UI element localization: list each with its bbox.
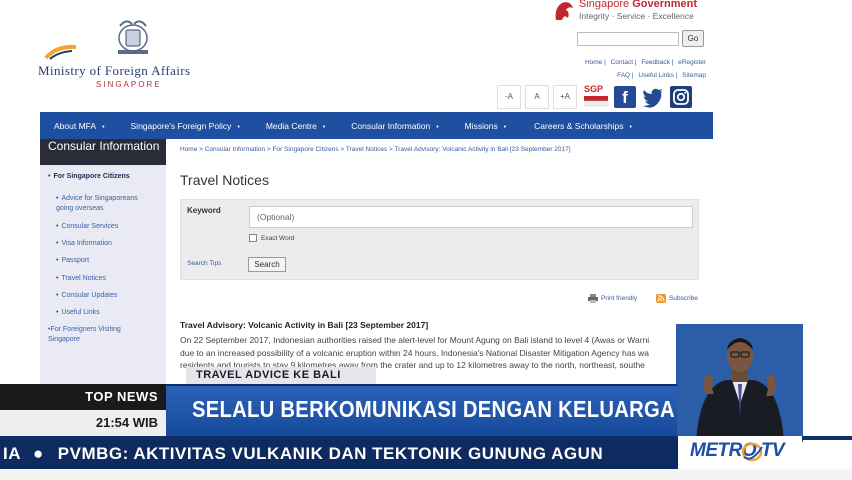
mfa-subtitle: SINGAPORE [96, 80, 162, 89]
singapore-crest-icon [118, 20, 148, 54]
ticker-headline: PVMBG: AKTIVITAS VULKANIK DAN TEKTONIK G… [57, 444, 604, 463]
link-faq[interactable]: FAQ [617, 72, 630, 79]
news-ticker: IA ● PVMBG: AKTIVITAS VULKANIK DAN TEKTONI… [0, 440, 678, 469]
headline-text: SELALU BERKOMUNIKASI DENGAN KELUARGA [192, 396, 675, 422]
top-news-label: TOP NEWS [0, 384, 166, 410]
broadcast-clock: 21:54 WIB [0, 410, 166, 436]
link-useful-links[interactable]: Useful Links [638, 72, 673, 79]
interpreter-figure [676, 324, 803, 442]
instagram-icon[interactable] [670, 86, 692, 108]
exact-word-label: Exact Word [261, 234, 295, 242]
headline-bar: SELALU BERKOMUNIKASI DENGAN KELUARGA [166, 384, 677, 436]
link-sitemap[interactable]: Sitemap [682, 72, 706, 79]
mfa-title: Ministry of Foreign Affairs [38, 63, 191, 78]
sign-language-interpreter [676, 324, 803, 442]
printer-icon [588, 294, 598, 303]
utility-links-row2: FAQ | Useful Links | Sitemap [617, 72, 706, 79]
exact-word-option[interactable]: Exact Word [249, 234, 294, 242]
go-button[interactable]: Go [682, 30, 704, 47]
sgp-label: SGP [584, 84, 603, 94]
gov-title: Singapore Government [579, 0, 698, 10]
lion-head-icon [555, 2, 573, 20]
sidebar-item-advice[interactable]: • Advice for Singaporeans going overseas [56, 194, 156, 214]
ticker-text: IA ● PVMBG: AKTIVITAS VULKANIK DAN TEKTONI… [3, 444, 604, 463]
ticker-prefix: IA [3, 444, 21, 463]
keyword-input[interactable]: (Optional) [249, 206, 693, 228]
exact-word-checkbox[interactable] [249, 234, 257, 242]
travel-notices-search: Keyword (Optional) Exact Word Search Tip… [180, 199, 699, 280]
advisory-line: On 22 September 2017, Indonesian authori… [180, 335, 650, 345]
nav-careers[interactable]: Careers & Scholarships • [506, 121, 632, 131]
search-tips-link[interactable]: Search Tips [187, 260, 221, 267]
sidebar-item-consular-updates[interactable]: • Consular Updates [56, 291, 156, 301]
subscribe-link[interactable]: Subscribe [656, 294, 698, 303]
nav-consular-information[interactable]: Consular Information • [325, 121, 438, 131]
advisory-line: due to an increased possibility of a vol… [180, 347, 649, 358]
sidebar-item-passport[interactable]: • Passport [56, 256, 156, 266]
channel-logo: METRO TV [678, 436, 802, 469]
sidebar: Consular Information • For Singapore Citi… [40, 139, 166, 389]
site-search-input[interactable] [577, 32, 679, 46]
sidebar-item-visa[interactable]: • Visa Information [56, 239, 156, 249]
nav-missions[interactable]: Missions • [439, 121, 507, 131]
twitter-icon[interactable] [642, 86, 664, 108]
sidebar-item-travel-notices[interactable]: • Travel Notices [56, 274, 156, 284]
link-feedback[interactable]: Feedback [641, 59, 670, 66]
page-title: Travel Notices [180, 172, 269, 188]
utility-links-row1: Home | Contact | Feedback | eRegister [584, 59, 706, 66]
sgp-badge[interactable]: SGP [583, 84, 610, 110]
print-friendly-link[interactable]: Print friendly [588, 294, 637, 303]
screen: Ministry of Foreign Affairs SINGAPORE Si… [0, 0, 852, 480]
sidebar-item-foreigners[interactable]: •For Foreigners Visiting Singapore [48, 325, 148, 345]
gov-tagline: Integrity · Service · Excellence [579, 11, 694, 21]
channel-logo-text: METRO TV [690, 440, 785, 461]
singapore-government-logo[interactable]: Singapore Government Integrity · Service… [552, 0, 714, 26]
sidebar-item-singapore-citizens[interactable]: • For Singapore Citizens [48, 173, 130, 180]
font-decrease-button[interactable]: -A [497, 85, 521, 109]
breadcrumb[interactable]: Home > Consular Information > For Singap… [180, 146, 571, 153]
keyword-label: Keyword [187, 206, 221, 215]
main-navigation: About MFA • Singapore's Foreign Policy • M… [40, 112, 713, 139]
font-increase-button[interactable]: +A [553, 85, 577, 109]
nav-media-centre[interactable]: Media Centre • [240, 121, 325, 131]
swoosh-icon [44, 44, 77, 60]
mfa-logo[interactable]: Ministry of Foreign Affairs SINGAPORE [38, 14, 228, 94]
link-eregister[interactable]: eRegister [678, 59, 706, 66]
advisory-title: Travel Advisory: Volcanic Activity in Ba… [180, 320, 429, 330]
nav-foreign-policy[interactable]: Singapore's Foreign Policy • [105, 121, 240, 131]
utility-links: Home | Contact | Feedback | eRegister FA… [560, 56, 706, 82]
metrotv-ring-icon [741, 442, 763, 462]
facebook-icon[interactable]: f [614, 86, 636, 108]
sidebar-item-useful-links[interactable]: • Useful Links [56, 308, 156, 318]
link-home[interactable]: Home [585, 59, 602, 66]
sidebar-item-consular-services[interactable]: • Consular Services [56, 222, 156, 232]
search-button[interactable]: Search [248, 257, 286, 272]
segment-tag: TRAVEL ADVICE KE BALI [186, 367, 376, 384]
ticker-baseline [0, 469, 852, 480]
link-contact[interactable]: Contact [611, 59, 633, 66]
sgp-flag-icon [583, 96, 609, 107]
font-normal-button[interactable]: A [525, 85, 549, 109]
sidebar-heading: Consular Information [40, 139, 166, 165]
rss-icon [656, 294, 666, 303]
nav-about-mfa[interactable]: About MFA • [40, 121, 105, 131]
